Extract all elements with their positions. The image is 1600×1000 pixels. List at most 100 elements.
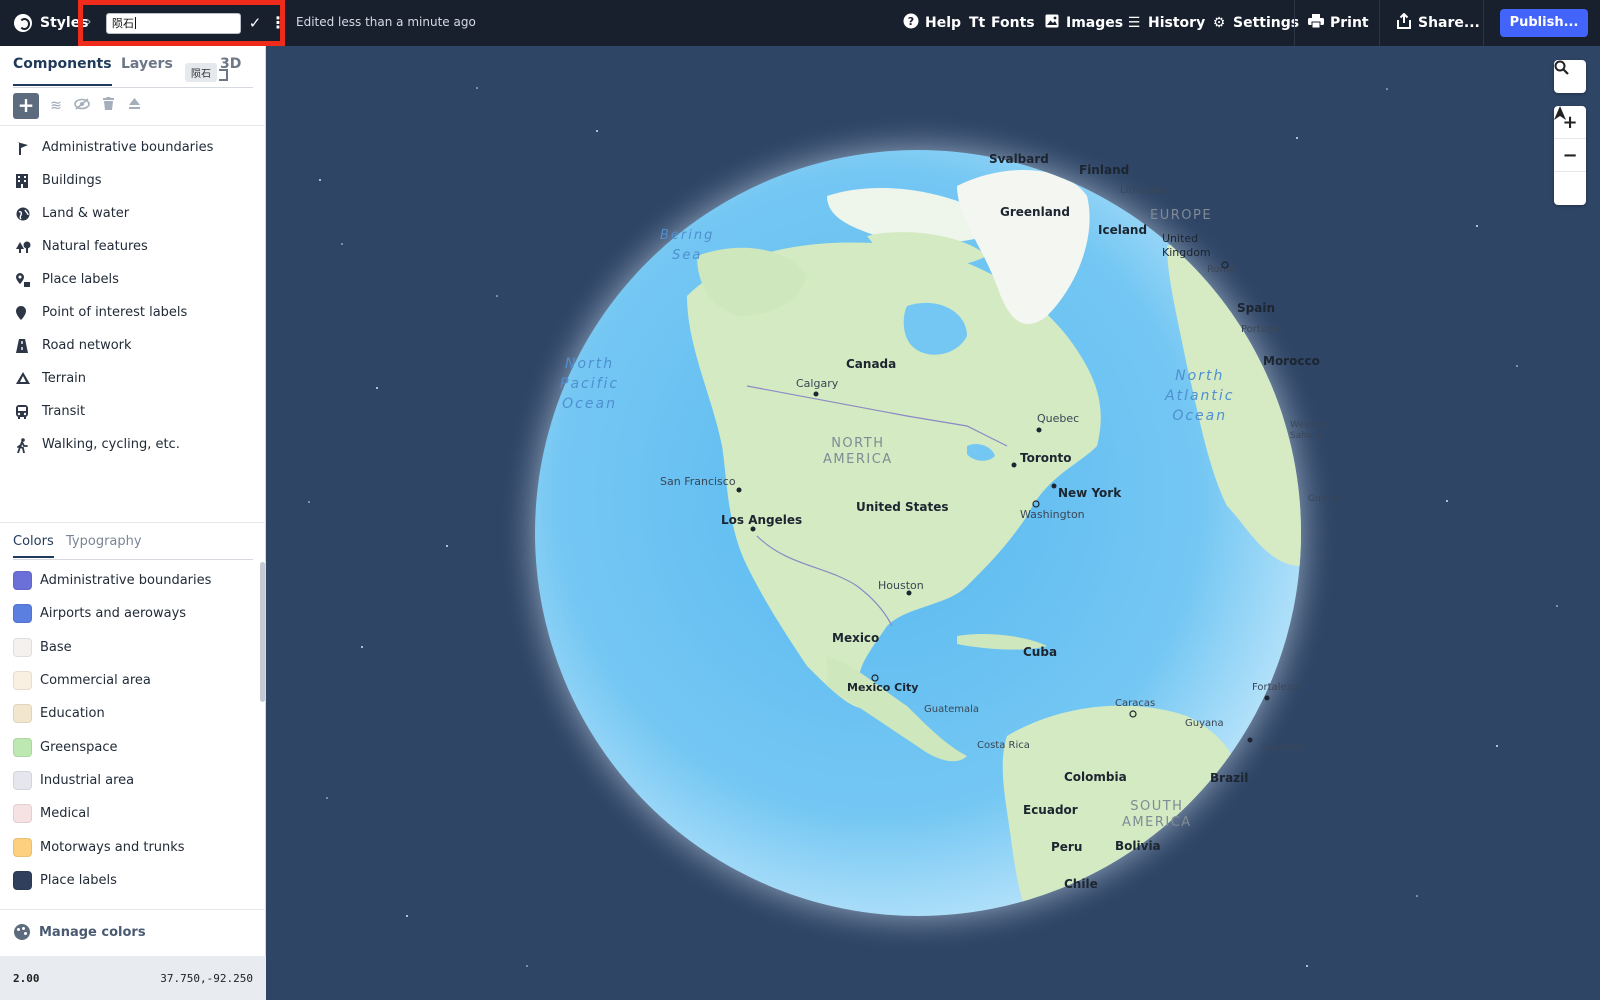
color-item[interactable]: Greenspace <box>0 730 258 763</box>
publish-button[interactable]: Publish... <box>1500 9 1588 37</box>
map-label: Cuba <box>1023 645 1058 659</box>
stack-icon: ≋ <box>50 98 62 114</box>
color-item[interactable]: Base <box>0 631 258 664</box>
share-button[interactable]: Share... <box>1396 0 1480 46</box>
component-item[interactable]: Place labels <box>0 263 266 296</box>
component-item[interactable]: Walking, cycling, etc. <box>0 428 266 461</box>
duplicate-button[interactable]: ≋ <box>43 93 69 119</box>
mountain-icon <box>16 371 30 386</box>
chevron-right-icon: › <box>86 14 92 30</box>
color-item[interactable]: Medical <box>0 797 258 830</box>
map-label: SOUTH AMERICA <box>1122 799 1192 830</box>
style-name-input[interactable]: 陨石 <box>106 13 241 34</box>
component-label: Buildings <box>42 173 102 188</box>
color-item[interactable]: Administrative boundaries <box>0 564 258 597</box>
component-item[interactable]: Point of interest labels <box>0 296 266 329</box>
road-icon <box>16 338 30 353</box>
map-label: Chile <box>1064 877 1098 891</box>
color-swatch[interactable] <box>13 737 32 757</box>
component-item[interactable]: Transit <box>0 395 266 428</box>
map-label: San Francisco <box>660 475 736 488</box>
share-icon <box>1396 12 1412 33</box>
map-label: Guyana <box>1185 718 1224 729</box>
map-label: Brazil <box>1210 771 1249 785</box>
map-nav-control: + − <box>1554 106 1586 205</box>
minus-icon: − <box>1562 145 1578 166</box>
map-label: Svalbard <box>989 152 1049 166</box>
help-button[interactable]: ? Help <box>903 0 961 46</box>
map-label: Rome <box>1207 264 1236 275</box>
map-label: Portugal <box>1241 324 1283 335</box>
divider <box>0 909 266 910</box>
map-label: Western Sahara <box>1290 420 1327 441</box>
zoom-out-button[interactable]: − <box>1554 139 1586 172</box>
more-options-button[interactable]: ⋮ <box>270 13 286 33</box>
add-component-button[interactable]: + <box>13 93 39 119</box>
divider <box>0 125 266 126</box>
eye-off-icon <box>74 98 90 114</box>
compass-button[interactable] <box>1554 106 1586 205</box>
color-swatch[interactable] <box>13 637 32 657</box>
map-canvas[interactable]: Svalbard Finland Lithuania EUROPE Greenl… <box>267 46 1600 1000</box>
scrollbar[interactable] <box>260 562 265 702</box>
images-button[interactable]: Images <box>1044 0 1123 46</box>
color-swatch[interactable] <box>13 870 32 890</box>
color-label: Motorways and trunks <box>40 839 185 855</box>
map-label: Houston <box>878 579 924 592</box>
images-label: Images <box>1066 15 1124 31</box>
plus-icon: + <box>17 93 35 117</box>
tab-3d[interactable]: 3D <box>220 56 241 72</box>
map-label: Washington <box>1020 508 1085 521</box>
component-label: Road network <box>42 338 132 353</box>
tab-typography[interactable]: Typography <box>66 534 142 549</box>
eject-button[interactable] <box>121 93 147 119</box>
color-item[interactable]: Airports and aeroways <box>0 597 258 630</box>
fonts-button[interactable]: Tt Fonts <box>969 0 1035 46</box>
color-swatch[interactable] <box>13 837 32 857</box>
delete-button[interactable] <box>95 93 121 119</box>
component-item[interactable]: Natural features <box>0 230 266 263</box>
color-swatch[interactable] <box>13 704 32 724</box>
trash-icon <box>102 97 114 114</box>
hide-button[interactable] <box>69 93 95 119</box>
component-item[interactable]: Land & water <box>0 197 266 230</box>
share-label: Share... <box>1418 15 1480 31</box>
flag-icon <box>16 141 30 155</box>
color-swatch[interactable] <box>13 571 32 591</box>
component-item[interactable]: Terrain <box>0 362 266 395</box>
color-item[interactable]: Commercial area <box>0 664 258 697</box>
checkmark-icon: ✓ <box>248 14 262 32</box>
map-label: North Atlantic Ocean <box>1165 368 1235 424</box>
tab-components[interactable]: Components <box>13 56 112 86</box>
manage-colors-button[interactable]: Manage colors <box>14 924 146 940</box>
map-label: NORTH AMERICA <box>823 436 893 467</box>
settings-button[interactable]: ⚙ Settings <box>1211 0 1299 46</box>
map-search-button[interactable] <box>1554 60 1586 93</box>
tab-layers[interactable]: Layers <box>121 56 173 72</box>
history-label: History <box>1148 15 1206 31</box>
color-swatch[interactable] <box>13 804 32 824</box>
color-item[interactable]: Motorways and trunks <box>0 830 258 863</box>
color-item[interactable]: Industrial area <box>0 764 258 797</box>
color-label: Medical <box>40 806 90 822</box>
confirm-name-button[interactable]: ✓ <box>246 13 264 33</box>
gear-icon: ⚙ <box>1212 15 1226 31</box>
image-icon <box>1044 14 1060 32</box>
color-swatch[interactable] <box>13 770 32 790</box>
help-icon: ? <box>903 13 919 33</box>
history-button[interactable]: ☰ History <box>1126 0 1205 46</box>
component-item[interactable]: Buildings <box>0 164 266 197</box>
color-swatch[interactable] <box>13 671 32 691</box>
print-button[interactable]: Print <box>1308 0 1369 46</box>
status-bar: 2.00 37.750,-92.250 <box>0 956 266 1000</box>
component-item[interactable]: Road network <box>0 329 266 362</box>
map-label: Fortaleza <box>1252 682 1298 693</box>
manage-colors-label: Manage colors <box>39 924 146 940</box>
map-label: Guatemala <box>924 704 980 715</box>
tab-colors[interactable]: Colors <box>13 534 54 558</box>
walking-icon <box>16 437 30 454</box>
color-swatch[interactable] <box>13 604 32 624</box>
component-item[interactable]: Administrative boundaries <box>0 131 266 164</box>
color-item[interactable]: Education <box>0 697 258 730</box>
color-item[interactable]: Place labels <box>0 864 258 897</box>
